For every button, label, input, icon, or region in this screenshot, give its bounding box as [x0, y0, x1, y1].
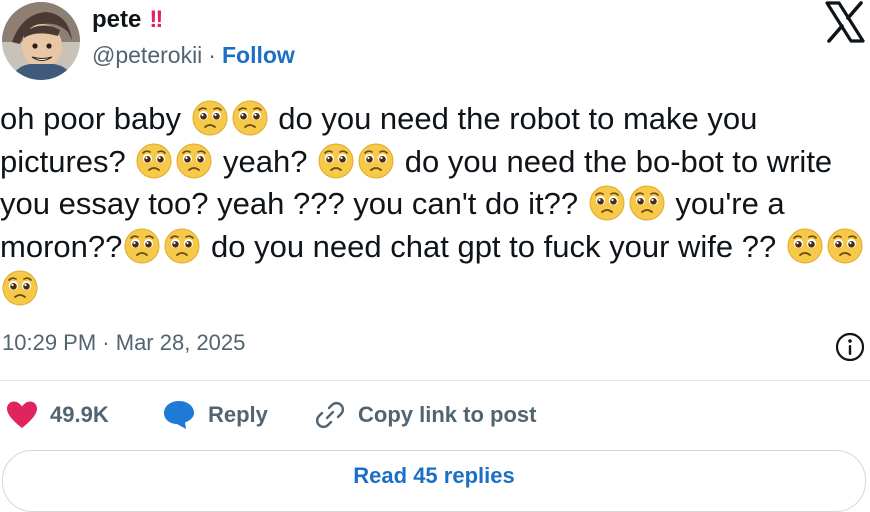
pleading-face-icon [176, 143, 212, 179]
tweet-timestamp[interactable]: 10:29 PM · Mar 28, 2025 [2, 330, 245, 356]
avatar-image [2, 2, 80, 80]
like-button[interactable]: 49.9K [6, 395, 109, 435]
avatar[interactable] [2, 2, 80, 80]
handle-separator: · [208, 42, 216, 68]
like-count: 49.9K [50, 402, 109, 427]
tweet-segment: yeah? [223, 143, 308, 179]
divider [0, 380, 870, 381]
pleading-face-icon [164, 228, 200, 264]
x-logo-icon[interactable] [824, 0, 866, 44]
heart-icon [7, 401, 37, 428]
read-replies-button[interactable]: Read 45 replies [2, 450, 866, 512]
timestamp-separator: · [102, 330, 110, 355]
pleading-face-icon [589, 185, 625, 221]
tweet-time: 10:29 PM [2, 330, 97, 355]
pleading-face-icon [787, 228, 823, 264]
author-handle[interactable]: @peterokii [92, 42, 202, 69]
tweet-actions: 49.9K Reply Copy link to post [0, 395, 870, 437]
pleading-face-icon [629, 185, 665, 221]
pleading-face-icon [232, 100, 268, 136]
pleading-face-icon [827, 228, 863, 264]
pleading-face-icon [358, 143, 394, 179]
pleading-face-icon [2, 270, 38, 306]
copy-link-button[interactable]: Copy link to post [314, 395, 536, 435]
info-icon[interactable] [834, 331, 866, 363]
pleading-face-icon [192, 100, 228, 136]
reply-label: Reply [208, 402, 268, 427]
copy-link-label: Copy link to post [358, 402, 537, 427]
tweet-segment: oh poor baby [0, 101, 181, 136]
pleading-face-icon [136, 143, 172, 179]
tweet-text: oh poor baby do you need the robot to ma… [0, 98, 866, 311]
tweet-segment: do you need chat gpt to fuck your wife ?… [210, 228, 777, 264]
speech-bubble-icon [164, 401, 194, 429]
author-handle-row: @peterokii · Follow [92, 42, 295, 69]
pleading-face-icon [318, 143, 354, 179]
author-name-row: pete !! [92, 6, 163, 34]
tweet-header: pete !! @peterokii · Follow [0, 0, 870, 90]
follow-button[interactable]: Follow [222, 42, 295, 69]
reply-button[interactable]: Reply [162, 395, 268, 435]
link-icon [315, 401, 345, 429]
tweet-date: Mar 28, 2025 [115, 330, 246, 355]
pleading-face-icon [124, 228, 160, 264]
author-name[interactable]: pete [92, 6, 141, 34]
author-name-badge: !! [149, 6, 163, 33]
read-replies-label: Read 45 replies [353, 463, 515, 488]
